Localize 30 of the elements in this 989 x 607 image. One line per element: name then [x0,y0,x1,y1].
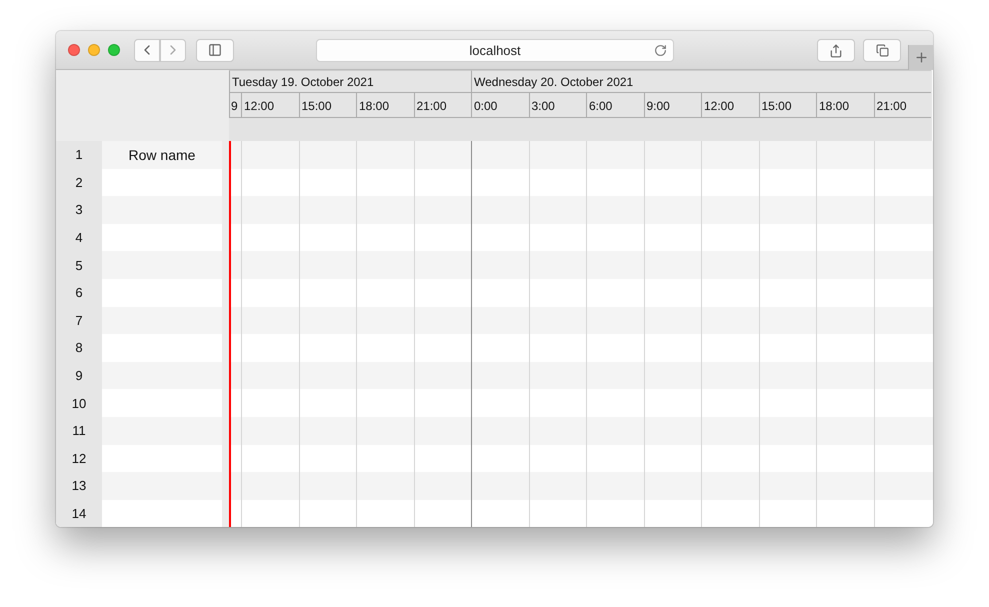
row-number: 2 [56,168,102,196]
row-number: 13 [56,472,102,500]
reload-icon[interactable] [654,44,667,57]
row-number: 1 [56,141,102,169]
sidebar-icon [208,43,222,57]
address-field[interactable]: localhost [316,39,674,62]
row-number: 8 [56,334,102,362]
tabs-button[interactable] [863,39,901,62]
row-number: 11 [56,416,102,445]
row-number: 6 [56,278,102,307]
row-number: 7 [56,306,102,334]
back-button[interactable] [134,38,160,62]
row-number: 5 [56,251,102,279]
row-name: Row name [128,146,196,163]
share-icon [829,44,843,58]
sidebar-button[interactable] [196,38,234,62]
row-number: 14 [56,500,102,527]
new-tab-button[interactable] [908,45,933,70]
zoom-button[interactable] [108,44,120,56]
tabs-icon [876,44,888,57]
row-number: 3 [56,196,102,224]
row-number: 12 [56,444,102,472]
day-header: Tuesday 19. October 2021 [229,70,471,93]
day-header: Wednesday 20. October 2021 [471,70,931,93]
row-number: 10 [56,389,102,417]
row-number: 4 [56,224,102,252]
plus-icon [914,50,928,65]
share-button[interactable] [817,39,855,62]
row-number: 9 [56,362,102,390]
close-button[interactable] [68,44,80,56]
